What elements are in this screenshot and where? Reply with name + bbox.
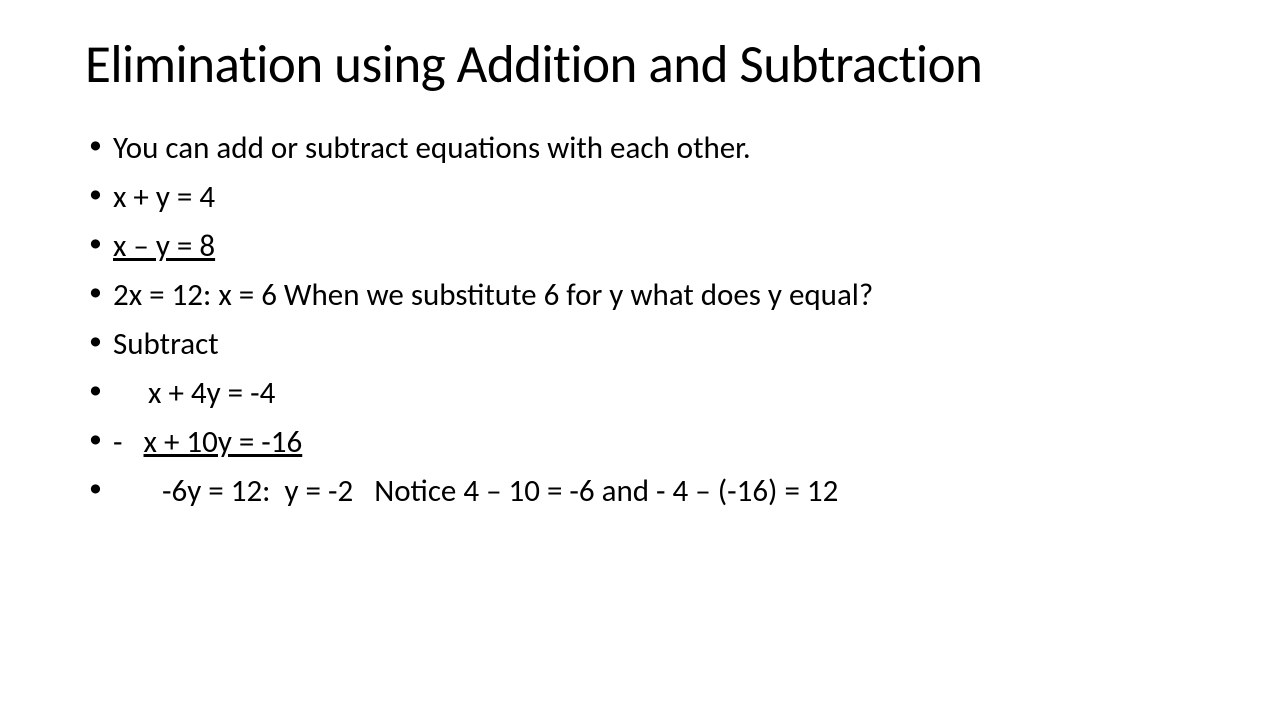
slide-title: Elimination using Addition and Subtracti… — [85, 35, 1195, 96]
underlined-equation: x – y = 8 — [113, 227, 215, 265]
bullet-text: -6y = 12: y = -2 Notice 4 – 10 = -6 and … — [113, 472, 838, 510]
bullet-item: x + 4y = -4 — [85, 369, 1195, 417]
bullet-list: You can add or subtract equations with e… — [85, 124, 1195, 515]
bullet-item: x – y = 8 — [85, 222, 1195, 270]
bullet-item: Subtract — [85, 320, 1195, 368]
bullet-item: -6y = 12: y = -2 Notice 4 – 10 = -6 and … — [85, 467, 1195, 515]
underlined-equation: x + 10y = -16 — [144, 423, 303, 461]
bullet-item: 2x = 12: x = 6 When we substitute 6 for … — [85, 271, 1195, 319]
bullet-text: x + 4y = -4 — [113, 374, 275, 412]
bullet-item: - x + 10y = -16 — [85, 418, 1195, 466]
bullet-item: x + y = 4 — [85, 173, 1195, 221]
bullet-item: You can add or subtract equations with e… — [85, 124, 1195, 172]
bullet-prefix: - — [113, 423, 144, 461]
